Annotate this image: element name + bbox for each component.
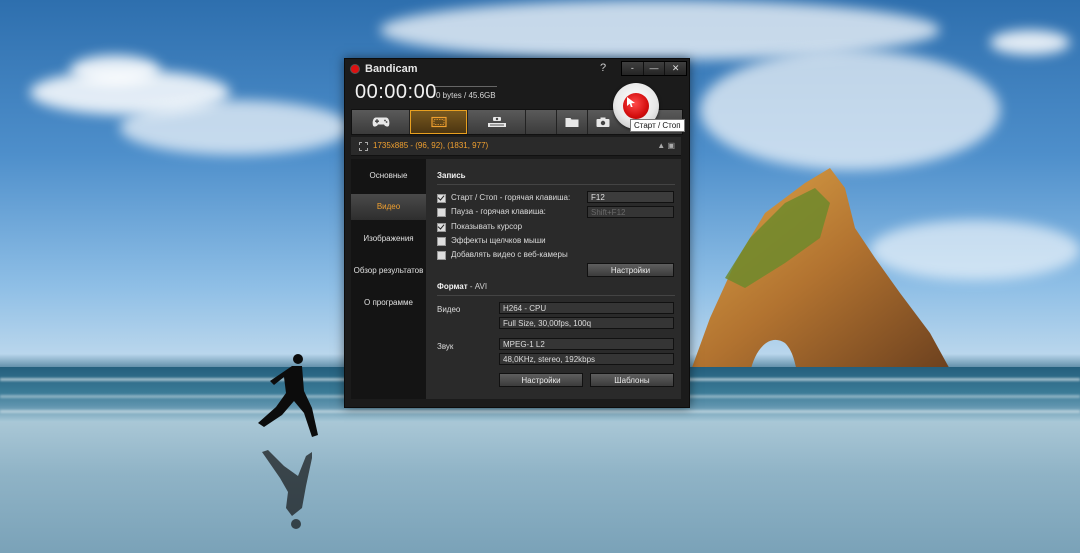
mouse-click-effects-label: Эффекты щелчков мыши xyxy=(451,236,546,245)
wave-foam xyxy=(0,410,1080,413)
game-mode-tab[interactable] xyxy=(352,110,410,134)
runner-silhouette xyxy=(258,354,318,437)
record-icon xyxy=(623,93,649,119)
record-tooltip: Старт / Стоп xyxy=(630,119,685,132)
sea-stack-rock xyxy=(690,168,952,373)
format-section-label: Формат xyxy=(437,282,468,291)
mouse-click-effects-checkbox[interactable] xyxy=(437,237,446,246)
mouse-click-effects-row: Эффекты щелчков мыши xyxy=(437,236,587,248)
format-container-value: - AVI xyxy=(469,282,488,291)
cloud xyxy=(990,30,1070,55)
collapse-button[interactable]: - xyxy=(622,62,644,75)
capture-region-bar: 1735x885 - (96, 92), (1831, 977) ▲ ▣ xyxy=(351,137,681,156)
region-expand-controls[interactable]: ▲ ▣ xyxy=(657,141,675,150)
start-stop-hotkey-checkbox[interactable] xyxy=(437,194,446,203)
bandicam-logo-icon xyxy=(350,64,360,74)
pause-hotkey-field[interactable]: Shift+F12 xyxy=(587,206,674,218)
camera-icon xyxy=(596,117,610,127)
video-codec-field: H264 - CPU xyxy=(499,302,674,314)
sidebar-item-video[interactable]: Видео xyxy=(351,194,426,220)
help-button[interactable]: ? xyxy=(600,62,606,74)
window-controls: - — ✕ xyxy=(621,61,687,76)
sidebar-item-output[interactable]: Обзор результатов xyxy=(351,258,426,284)
close-button[interactable]: ✕ xyxy=(665,62,686,75)
webcam-overlay-checkbox[interactable] xyxy=(437,251,446,260)
recording-section-title: Запись xyxy=(437,171,466,180)
cloud xyxy=(700,50,1000,170)
section-divider xyxy=(437,184,675,185)
capture-region-text: 1735x885 - (96, 92), (1831, 977) xyxy=(373,141,489,150)
show-cursor-row: Показывать курсор xyxy=(437,222,587,234)
title-bar[interactable]: Bandicam ? - — ✕ xyxy=(345,59,689,79)
start-stop-hotkey-label: Старт / Стоп - горячая клавиша: xyxy=(451,193,571,202)
runner-reflection xyxy=(262,450,312,529)
webcam-overlay-row: Добавлять видео с веб-камеры xyxy=(437,250,587,262)
section-divider xyxy=(437,295,675,296)
show-cursor-checkbox[interactable] xyxy=(437,223,446,232)
folder-icon xyxy=(565,118,579,127)
cloud xyxy=(70,55,160,85)
screen-rectangle-icon xyxy=(430,116,447,128)
gamepad-icon xyxy=(372,117,389,127)
pause-hotkey-checkbox[interactable] xyxy=(437,208,446,217)
wet-sand-beach xyxy=(0,422,1080,553)
spacer-segment xyxy=(526,110,557,134)
sidebar-item-about[interactable]: О программе xyxy=(351,290,426,316)
pause-hotkey-label: Пауза - горячая клавиша: xyxy=(451,207,546,216)
format-section-title: Формат - AVI xyxy=(437,282,487,291)
hdmi-device-icon xyxy=(487,117,506,127)
recording-settings-button[interactable]: Настройки xyxy=(587,263,674,277)
bandicam-window: Bandicam ? - — ✕ 00:00:00 0 bytes / 45.6… xyxy=(344,58,690,408)
app-title: Bandicam xyxy=(365,63,418,75)
sidebar-item-general[interactable]: Основные xyxy=(351,163,426,189)
filesize-divider xyxy=(435,86,497,87)
region-select-icon[interactable] xyxy=(359,142,368,151)
audio-format-label: Звук xyxy=(437,342,454,351)
show-cursor-label: Показывать курсор xyxy=(451,222,523,231)
audio-codec-field: MPEG-1 L2 xyxy=(499,338,674,350)
format-presets-button[interactable]: Шаблоны xyxy=(590,373,674,387)
audio-details-field: 48,0KHz, stereo, 192kbps xyxy=(499,353,674,365)
format-settings-button[interactable]: Настройки xyxy=(499,373,583,387)
recording-timer: 00:00:00 xyxy=(355,81,437,103)
file-size-readout: 0 bytes / 45.6GB xyxy=(436,91,496,100)
video-format-label: Видео xyxy=(437,305,461,314)
minimize-button[interactable]: — xyxy=(644,62,666,75)
device-mode-tab[interactable] xyxy=(468,110,526,134)
sidebar-item-images[interactable]: Изображения xyxy=(351,226,426,252)
start-stop-hotkey-field[interactable]: F12 xyxy=(587,191,674,203)
video-details-field: Full Size, 30,00fps, 100q xyxy=(499,317,674,329)
pause-hotkey-row: Пауза - горячая клавиша: xyxy=(437,207,587,219)
webcam-overlay-label: Добавлять видео с веб-камеры xyxy=(451,250,568,259)
start-stop-hotkey-row: Старт / Стоп - горячая клавиша: xyxy=(437,193,587,205)
video-settings-panel: Запись Старт / Стоп - горячая клавиша: F… xyxy=(426,159,681,399)
open-folder-button[interactable] xyxy=(557,110,588,134)
cloud xyxy=(120,100,350,155)
settings-sidebar: Основные Видео Изображения Обзор результ… xyxy=(351,159,426,399)
screen-mode-tab[interactable] xyxy=(410,110,468,134)
